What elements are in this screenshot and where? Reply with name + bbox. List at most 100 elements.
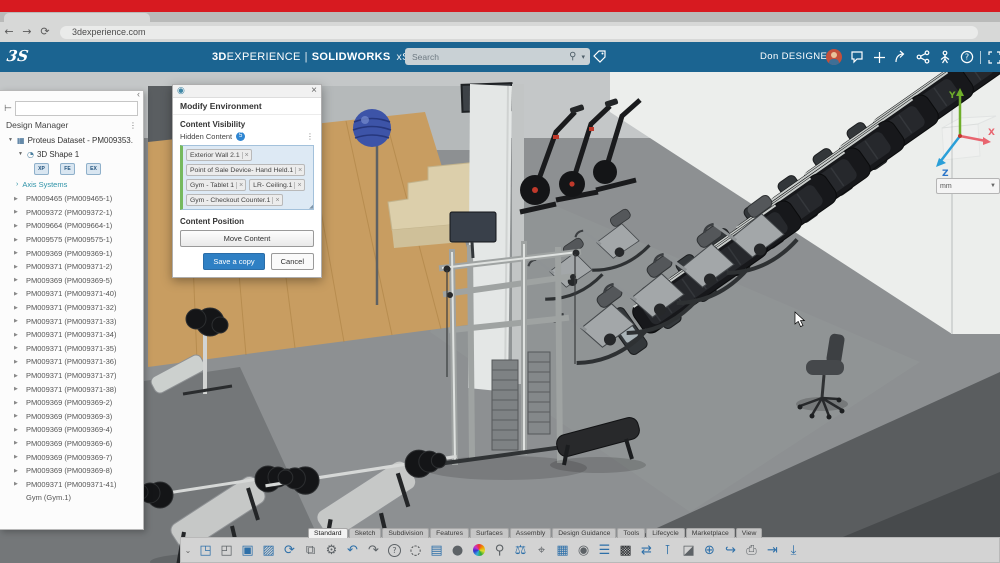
render-camera-icon[interactable]: ◉	[573, 540, 594, 560]
ribbon-tab[interactable]: Assembly	[510, 528, 551, 538]
tree-item[interactable]: ▶ PM009371 (PM009371-37)	[0, 369, 143, 383]
expander-icon[interactable]: ▶	[14, 413, 20, 419]
expander-icon[interactable]: ▶	[14, 359, 20, 365]
save-icon[interactable]: ▣	[237, 540, 258, 560]
dialog-titlebar[interactable]: ◉ ×	[173, 85, 321, 98]
reload-icon[interactable]: ⟳	[36, 22, 54, 42]
tree-item[interactable]: ▶ PM009371 (PM009371-33)	[0, 314, 143, 328]
expander-icon[interactable]: ▶	[14, 209, 20, 215]
tree-item[interactable]: ▶ PM009371 (PM009371-40)	[0, 287, 143, 301]
expander-icon[interactable]: ▼	[18, 151, 24, 157]
expander-icon[interactable]: ▼	[8, 137, 14, 143]
lasso-select-icon[interactable]: ◌	[405, 540, 426, 560]
fullscreen-icon[interactable]	[983, 42, 1000, 72]
copy-paste-icon[interactable]: ⧉	[300, 540, 321, 560]
remove-tag-icon[interactable]: ×	[294, 182, 303, 189]
scale-balance-icon[interactable]: ⚖	[510, 540, 531, 560]
convert-shape-icon[interactable]: ⇄	[636, 540, 657, 560]
tree-item[interactable]: ▶ PM009371 (PM009371-35)	[0, 342, 143, 356]
zebra-stripes-icon[interactable]: ▩	[615, 540, 636, 560]
tag-icon[interactable]	[593, 50, 607, 69]
expander-icon[interactable]: ▶	[14, 305, 20, 311]
section-box-icon[interactable]: ◪	[678, 540, 699, 560]
tree-search-input[interactable]	[15, 101, 138, 116]
tree-item[interactable]: ▶ PM009369 (PM009369-7)	[0, 450, 143, 464]
refresh-icon[interactable]: ⟳	[279, 540, 300, 560]
expander-icon[interactable]: ▶	[14, 250, 20, 256]
color-wheel-icon[interactable]	[468, 540, 489, 560]
search-icon[interactable]: ⚲	[569, 51, 576, 62]
add-icon[interactable]	[868, 42, 890, 72]
share-forward-icon[interactable]	[890, 42, 912, 72]
expander-icon[interactable]: ▶	[14, 386, 20, 392]
save-copy-button[interactable]: Save a copy	[203, 253, 264, 270]
capture-image-icon[interactable]: ▤	[426, 540, 447, 560]
expander-icon[interactable]: ▶	[14, 468, 20, 474]
3d-viewport[interactable]	[0, 72, 1000, 563]
print-3d-icon[interactable]: ⎙	[741, 540, 762, 560]
expander-icon[interactable]: ▶	[14, 400, 20, 406]
tree-item[interactable]: ▶ PM009369 (PM009369-6)	[0, 437, 143, 451]
tree-item[interactable]: ▶ PM009369 (PM009369-5)	[0, 274, 143, 288]
measure-tool-icon[interactable]: ⊺	[657, 540, 678, 560]
undo-icon[interactable]: ↶	[342, 540, 363, 560]
tree-item[interactable]: ▶ PM009371 (PM009371-34)	[0, 328, 143, 342]
tree-item[interactable]: ▶ PM009369 (PM009369-2)	[0, 396, 143, 410]
new-part-icon[interactable]: ◳	[195, 540, 216, 560]
web-globe-icon[interactable]: ⊕	[699, 540, 720, 560]
expander-icon[interactable]: ▶	[14, 196, 20, 202]
rep-badge[interactable]: EX	[86, 163, 101, 175]
expander-icon[interactable]: ▶	[14, 481, 20, 487]
address-bar[interactable]: 3dexperience.com	[60, 26, 978, 39]
panel-menu-icon[interactable]: ⋮	[129, 121, 137, 130]
tree-item[interactable]: ▶ PM009369 (PM009369-1)	[0, 246, 143, 260]
ribbon-tab[interactable]: Features	[430, 528, 469, 538]
download-cloud-icon[interactable]: ⤓	[783, 540, 804, 560]
rep-badge[interactable]: XP	[34, 163, 49, 175]
tree-item[interactable]: ▶ PM009465 (PM009465-1)	[0, 192, 143, 206]
cancel-button[interactable]: Cancel	[271, 253, 314, 270]
ribbon-tab[interactable]: Marketplace	[686, 528, 735, 538]
tree-item[interactable]: ▶ Gym (Gym.1)	[0, 491, 143, 505]
forward-icon[interactable]: →	[18, 22, 36, 42]
share-arrow-icon[interactable]: ↪	[720, 540, 741, 560]
expander-icon[interactable]: ▶	[14, 332, 20, 338]
hidden-content-menu-icon[interactable]: ⋮	[306, 132, 314, 141]
help-icon[interactable]: ?	[956, 42, 978, 72]
remove-tag-icon[interactable]: ×	[295, 167, 304, 174]
expander-icon[interactable]: ▶	[14, 318, 20, 324]
redo-icon[interactable]: ↷	[363, 540, 384, 560]
remove-tag-icon[interactable]: ×	[242, 152, 251, 159]
measure-probe-icon[interactable]: ⚲	[489, 540, 510, 560]
tree-item[interactable]: ▶ PM009371 (PM009371-32)	[0, 301, 143, 315]
notifications-icon[interactable]	[846, 42, 868, 72]
close-icon[interactable]: ×	[311, 85, 317, 97]
tree-item[interactable]: ▶ PM009664 (PM009664-1)	[0, 219, 143, 233]
tree-root-item[interactable]: ▼ ▦ Proteus Dataset - PM009353.	[0, 133, 143, 147]
panel-collapse-icon[interactable]: ‹	[137, 90, 140, 99]
move-content-button[interactable]: Move Content	[180, 230, 314, 247]
tree-item[interactable]: ▶ PM009369 (PM009369-4)	[0, 423, 143, 437]
rep-badge[interactable]: FE	[60, 163, 75, 175]
hidden-content-tags[interactable]: Exterior Wall 2.1 × Point of Sale Device…	[180, 145, 314, 210]
browser-tab[interactable]	[4, 13, 150, 22]
tree-axis-item[interactable]: › Axis Systems	[0, 178, 143, 192]
tree-shape-item[interactable]: ▼ ◔ 3D Shape 1	[0, 147, 143, 161]
ribbon-tab[interactable]: Lifecycle	[646, 528, 684, 538]
expander-icon[interactable]: ▶	[14, 237, 20, 243]
view-triad[interactable]: Y X Z	[922, 80, 998, 180]
units-dropdown[interactable]: mm ▼	[936, 178, 1000, 194]
publish-machine-icon[interactable]: ⇥	[762, 540, 783, 560]
remove-tag-icon[interactable]: ×	[236, 182, 245, 189]
ribbon-tab[interactable]: Design Guidance	[552, 528, 616, 538]
user-name[interactable]: Don DESIGNER	[760, 42, 835, 72]
save-as-icon[interactable]: ▨	[258, 540, 279, 560]
display-sliders-icon[interactable]: ☰	[594, 540, 615, 560]
expander-icon[interactable]: ▶	[14, 223, 20, 229]
expander-icon[interactable]: ▶	[14, 277, 20, 283]
open-part-icon[interactable]: ◰	[216, 540, 237, 560]
ribbon-tab[interactable]: Sketch	[349, 528, 382, 538]
expander-icon[interactable]: ▶	[14, 440, 20, 446]
tree-item[interactable]: ▶ PM009372 (PM009372-1)	[0, 206, 143, 220]
expander-icon[interactable]: ▶	[14, 427, 20, 433]
